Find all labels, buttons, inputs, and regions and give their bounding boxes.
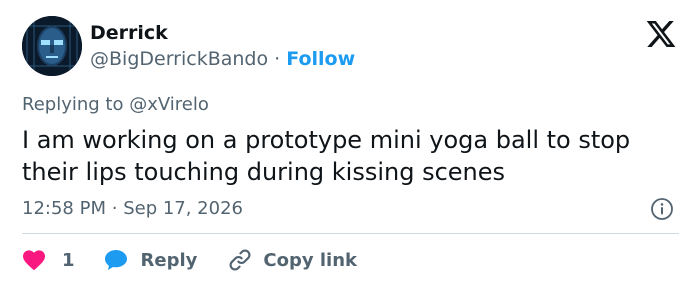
like-button[interactable]: 1	[22, 249, 75, 271]
heart-icon	[23, 250, 45, 271]
x-logo-icon[interactable]	[644, 18, 678, 50]
reply-button[interactable]: Reply	[103, 248, 198, 272]
tweet-text: I am working on a prototype mini yoga ba…	[22, 126, 631, 186]
info-icon[interactable]	[650, 197, 674, 221]
reply-to-handle[interactable]: @xVirelo	[129, 94, 209, 115]
copy-link-label: Copy link	[263, 249, 357, 271]
author-name[interactable]: Derrick	[90, 21, 168, 45]
follow-button[interactable]: Follow	[286, 48, 355, 70]
timestamp-separator: ·	[111, 198, 118, 219]
tweet-date: Sep 17, 2026	[123, 198, 243, 219]
copy-link-button[interactable]: Copy link	[227, 247, 357, 273]
link-icon	[229, 249, 251, 271]
action-bar: 1 Reply Copy link	[22, 246, 357, 274]
tweet-timestamp[interactable]: 12:58 PM · Sep 17, 2026	[22, 197, 243, 221]
like-count: 1	[62, 249, 75, 271]
reply-context: Replying to @xVirelo	[22, 93, 209, 117]
avatar[interactable]	[22, 16, 82, 76]
divider	[22, 233, 679, 234]
tweet-time: 12:58 PM	[22, 198, 106, 219]
tweet-card: Derrick @BigDerrickBando · Follow Replyi…	[0, 0, 700, 287]
author-handle[interactable]: @BigDerrickBando	[90, 48, 268, 70]
reply-label: Reply	[140, 249, 198, 271]
reply-prefix: Replying to	[22, 94, 124, 115]
author-meta: @BigDerrickBando · Follow	[90, 47, 355, 71]
meta-separator: ·	[274, 48, 281, 70]
reply-bubble-icon	[104, 250, 127, 270]
